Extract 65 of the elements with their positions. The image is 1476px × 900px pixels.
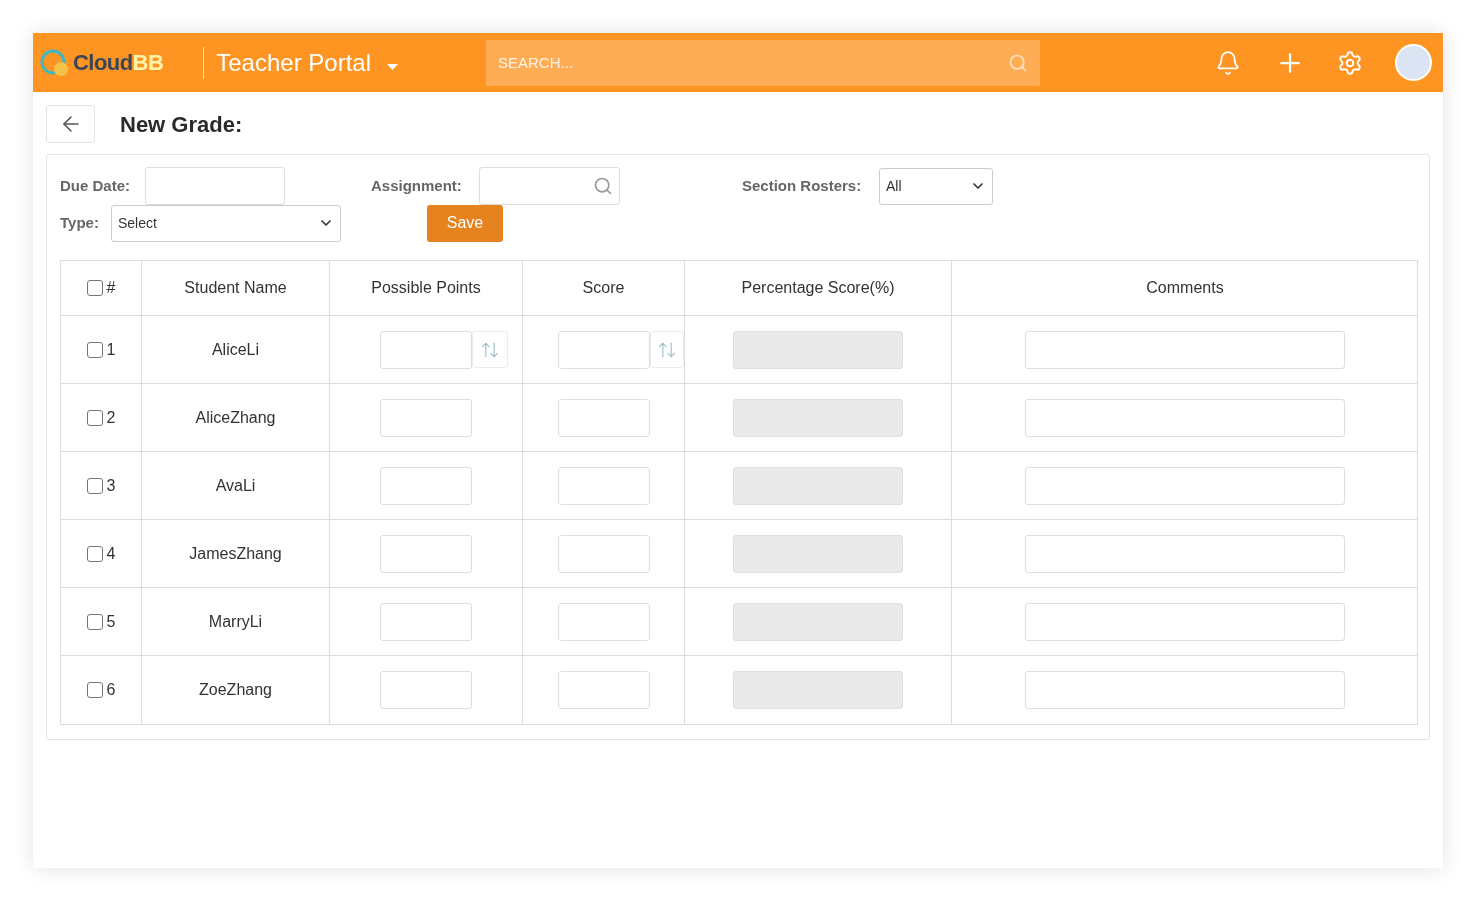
row-number: 2 [106,407,116,428]
student-name: AvaLi [215,475,256,496]
score-field[interactable] [558,398,650,437]
column-header: # [106,278,116,298]
row-number: 1 [106,339,116,360]
bell-icon[interactable] [1215,49,1241,76]
row-number: 5 [106,611,116,632]
search-field[interactable]: SEARCH... [486,39,1040,86]
row-number: 4 [106,543,116,564]
points-field[interactable] [380,534,472,573]
sort-button[interactable] [650,331,684,368]
column-header: Percentage Score(%) [741,278,895,298]
column-header: Possible Points [371,278,481,298]
checkbox[interactable] [86,545,103,562]
logo-text: Cloud [73,49,133,77]
column-header: Comments [1146,278,1224,298]
due-date-field[interactable] [145,167,285,205]
checkbox[interactable] [86,409,103,426]
assignment-field[interactable] [479,167,620,205]
comments-field[interactable] [1025,671,1345,709]
checkbox[interactable] [86,682,103,698]
avatar[interactable] [1395,44,1432,81]
field-label: Assignment: [371,175,463,196]
search-icon[interactable] [1008,52,1028,73]
field-label: Section Rosters: [742,175,863,196]
points-field[interactable] [380,330,472,369]
student-name: JamesZhang [189,543,282,564]
points-field[interactable] [380,398,472,437]
dropdown-caret-icon[interactable] [387,63,398,70]
comments-field[interactable] [1025,398,1345,437]
sort-button[interactable] [472,331,508,368]
back-button[interactable] [46,105,95,143]
comments-field[interactable] [1025,602,1345,641]
field-label: Type: [60,212,100,233]
comments-field[interactable] [1025,330,1345,369]
score-field[interactable] [558,466,650,505]
student-name: MarryLi [208,611,263,632]
logo-text: BB [132,49,164,77]
student-name: ZoeZhang [199,680,272,700]
page-title: New Grade: [120,110,243,139]
column-header: Score [582,278,625,298]
checkbox[interactable] [86,341,103,358]
column-header: Student Name [184,278,287,298]
score-field[interactable] [558,602,650,641]
portal-title: Teacher Portal [216,47,371,78]
comments-field[interactable] [1025,534,1345,573]
section-rosters-select[interactable]: All [879,167,993,205]
student-name: AliceLi [211,339,260,360]
search-icon [593,176,613,196]
row-number: 3 [106,475,116,496]
field-label: Due Date: [60,175,131,196]
row-number: 6 [106,680,116,700]
points-field[interactable] [380,466,472,505]
checkbox[interactable] [86,477,103,494]
score-field[interactable] [558,534,650,573]
type-select[interactable]: Select [111,204,341,242]
points-field[interactable] [380,602,472,641]
student-name: AliceZhang [195,407,276,428]
points-field[interactable] [380,671,472,709]
checkbox[interactable] [86,280,103,296]
score-field[interactable] [558,330,650,369]
comments-field[interactable] [1025,466,1345,505]
checkbox[interactable] [86,613,103,630]
settings-icon[interactable] [1337,49,1363,76]
score-field[interactable] [558,671,650,709]
